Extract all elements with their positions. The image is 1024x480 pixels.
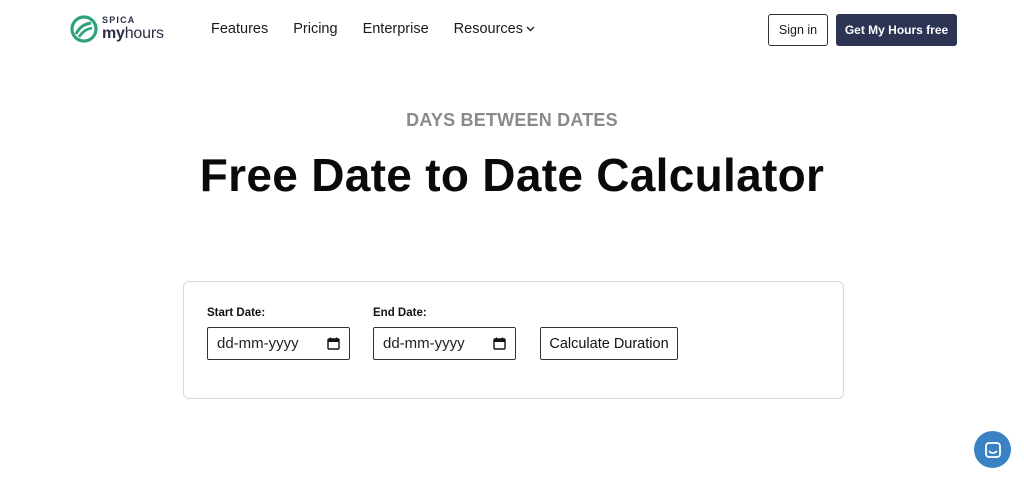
calendar-icon[interactable] <box>327 337 340 350</box>
chevron-down-icon <box>526 26 535 32</box>
brand-logo[interactable]: SPICA myhours <box>70 15 164 43</box>
end-date-input[interactable]: dd-mm-yyyy <box>373 327 516 360</box>
nav-item-resources-label: Resources <box>453 21 523 37</box>
calculate-duration-button[interactable]: Calculate Duration <box>540 327 678 360</box>
chat-launcher-button[interactable] <box>974 431 1011 468</box>
brand-top-text: SPICA <box>102 15 136 25</box>
top-navigation: SPICA myhours Features Pricing Enterpris… <box>0 0 1024 62</box>
page-eyebrow: DAYS BETWEEN DATES <box>406 110 618 130</box>
start-date-placeholder: dd-mm-yyyy <box>217 335 299 352</box>
brand-bottom-bold: my <box>102 25 125 42</box>
date-calculator-form: Start Date: dd-mm-yyyy End Date: dd-mm-y… <box>183 281 844 399</box>
start-date-input[interactable]: dd-mm-yyyy <box>207 327 350 360</box>
brand-bottom-text: myhours <box>102 26 164 42</box>
nav-item-enterprise[interactable]: Enterprise <box>363 21 429 37</box>
nav-item-pricing[interactable]: Pricing <box>293 21 337 37</box>
get-my-hours-free-button[interactable]: Get My Hours free <box>836 14 957 46</box>
nav-item-features[interactable]: Features <box>211 21 268 37</box>
main-menu: Features Pricing Enterprise Resources <box>211 21 535 37</box>
end-date-label: End Date: <box>373 307 427 319</box>
spica-logo-icon <box>70 15 98 43</box>
sign-in-button[interactable]: Sign in <box>768 14 828 46</box>
brand-bottom-rest: hours <box>124 25 164 42</box>
end-date-placeholder: dd-mm-yyyy <box>383 335 465 352</box>
nav-item-resources[interactable]: Resources <box>454 21 535 37</box>
calendar-icon[interactable] <box>493 337 506 350</box>
page-title: Free Date to Date Calculator <box>199 149 825 201</box>
start-date-label: Start Date: <box>207 307 266 319</box>
chat-icon <box>984 441 1001 458</box>
